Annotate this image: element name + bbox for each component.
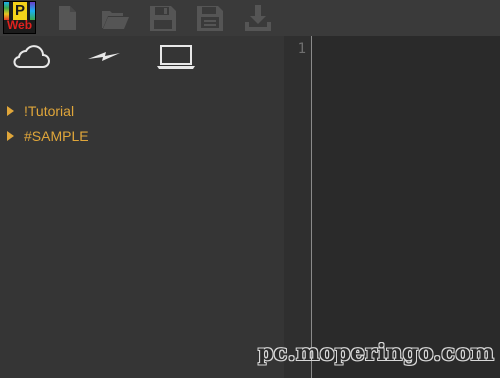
watermark: pc.moperingo.com [258,340,495,366]
tree-item-label: #SAMPLE [24,127,89,144]
open-folder-icon[interactable] [99,2,131,34]
code-editor[interactable] [312,36,500,378]
tree-item-sample[interactable]: #SAMPLE [6,123,89,148]
tree-item-tutorial[interactable]: !Tutorial [6,98,89,123]
sidebar: !Tutorial #SAMPLE [0,36,284,378]
cloud-icon[interactable] [10,40,52,72]
app-logo: P Web [3,1,36,34]
new-file-icon[interactable] [51,2,83,34]
tree-item-label: !Tutorial [24,102,75,119]
line-number: 1 [297,41,306,57]
line-number-gutter: 1 [284,36,312,378]
logo-word: Web [6,18,33,32]
expand-arrow-icon[interactable] [7,105,14,116]
save-icon[interactable] [147,2,179,34]
download-icon[interactable] [242,2,274,34]
toolbar: P Web [0,0,500,36]
file-tree: !Tutorial #SAMPLE [6,98,89,148]
expand-arrow-icon[interactable] [7,130,14,141]
save-as-icon[interactable] [194,2,226,34]
laptop-icon[interactable] [155,40,197,72]
lightning-icon[interactable] [84,40,124,72]
